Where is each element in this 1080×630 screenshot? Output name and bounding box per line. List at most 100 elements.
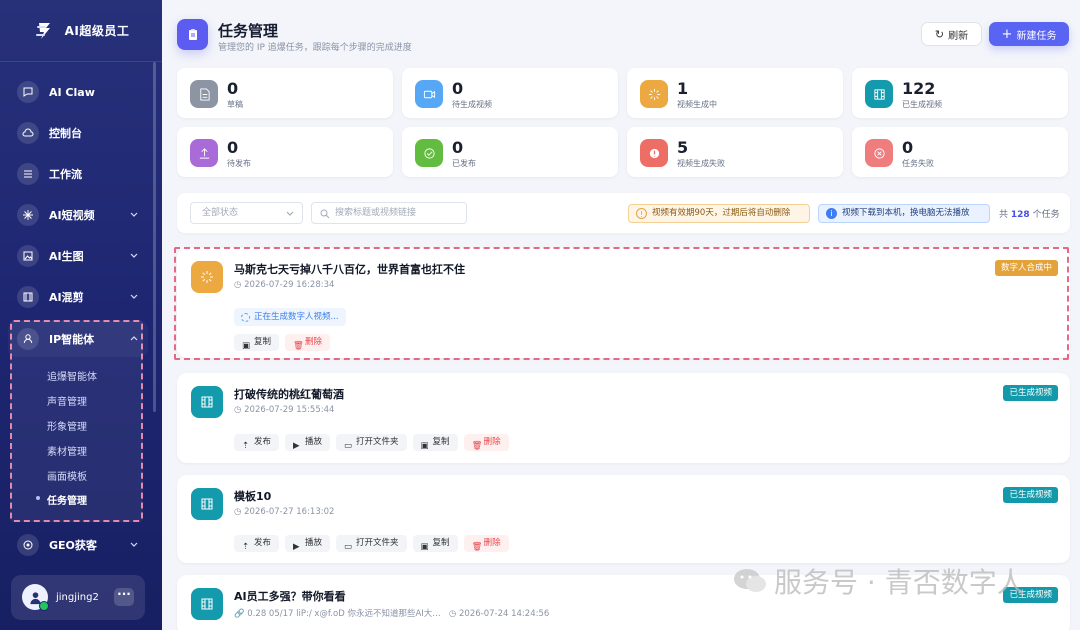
total-count: 128 xyxy=(1010,210,1030,220)
copy-button[interactable]: ▣ 复制 xyxy=(412,535,458,552)
info-icon: i xyxy=(826,208,837,219)
video-link[interactable]: 0.28 05/17 liP:/ x@f.oD 你永远不知道那些AI大… xyxy=(247,609,440,619)
film-icon xyxy=(191,386,223,418)
stat-label: 待发布 xyxy=(227,159,251,168)
stat-label: 视频生成失败 xyxy=(677,159,725,168)
search-field[interactable]: 搜索标题或视频链接 xyxy=(311,202,467,224)
submenu-avatar-management[interactable]: 形象管理 xyxy=(47,418,87,433)
submenu-task-management[interactable]: 任务管理 xyxy=(47,492,87,507)
copy-icon: ▣ xyxy=(420,441,429,451)
submenu-scene-template[interactable]: 画面模板 xyxy=(47,468,87,483)
task-card-wine[interactable]: 打破传统的桃红葡萄酒 ◷ 2026-07-29 15:55:44 已生成视频 ⇡… xyxy=(177,373,1070,463)
app-logo[interactable]: AI超级员工 xyxy=(0,0,162,62)
task-time-value: 2026-07-29 16:28:34 xyxy=(244,280,335,290)
play-label: 播放 xyxy=(305,437,323,447)
sidebar-item-ai-remix[interactable]: AI混剪 xyxy=(8,279,148,315)
delete-label: 删除 xyxy=(305,337,323,347)
page-title: 任务管理 xyxy=(218,22,279,40)
film-icon xyxy=(191,488,223,520)
stat-card-generating[interactable]: 1 视频生成中 xyxy=(627,68,843,118)
watermark: 服务号 · 青否数字人 xyxy=(732,561,1080,601)
task-actions: ⇡ 发布 ▶ 播放 ▭ 打开文件夹 ▣ 复制 🗑 删除 xyxy=(234,434,509,451)
user-profile[interactable]: jingjing2 ··· xyxy=(11,575,145,620)
delete-button[interactable]: 🗑 删除 xyxy=(463,434,509,451)
cloud-icon xyxy=(17,122,39,144)
publish-label: 发布 xyxy=(254,538,272,548)
task-timestamp: ◷ 2026-07-27 16:13:02 xyxy=(234,507,335,517)
filter-toolbar: 全部状态 搜索标题或视频链接 ! 视频有效期90天，过期后将自动删除 i 视频下载到… xyxy=(177,193,1070,233)
sidebar: AI超级员工 AI Claw 控制台 工作流 AI短视频 AI生图 AI混剪 I… xyxy=(0,0,162,630)
play-button[interactable]: ▶ 播放 xyxy=(285,535,331,552)
stat-card-generated[interactable]: 122 已生成视频 xyxy=(852,68,1068,118)
sidebar-item-label: GEO获客 xyxy=(49,539,97,552)
page-subtitle: 管理您的 IP 追爆任务，跟踪每个步骤的完成进度 xyxy=(218,43,412,53)
task-title: 马斯克七天亏掉八千八百亿，世界首富也扛不住 xyxy=(234,263,465,276)
sidebar-item-ai-image[interactable]: AI生图 xyxy=(8,238,148,274)
copy-label: 复制 xyxy=(432,538,450,548)
sidebar-item-geo-acquisition[interactable]: GEO获客 xyxy=(8,527,148,563)
status-filter-select[interactable]: 全部状态 xyxy=(190,202,303,224)
stat-label: 任务失败 xyxy=(902,159,934,168)
film-icon xyxy=(191,588,223,620)
avatar[interactable] xyxy=(22,584,49,611)
sidebar-item-workflow[interactable]: 工作流 xyxy=(8,156,148,192)
submenu-voice-management[interactable]: 声音管理 xyxy=(47,393,87,408)
watermark-text: 服务号 · 青否数字人 xyxy=(774,566,1025,599)
sidebar-item-ip-agent[interactable]: IP智能体 xyxy=(8,321,148,357)
sidebar-item-ai-short-video[interactable]: AI短视频 xyxy=(8,197,148,233)
new-task-button[interactable]: + 新建任务 xyxy=(989,22,1069,46)
sidebar-item-dashboard[interactable]: 控制台 xyxy=(8,115,148,151)
workflow-icon xyxy=(17,163,39,185)
stat-card-video-failed[interactable]: 5 视频生成失败 xyxy=(627,127,843,177)
clipboard-icon xyxy=(177,19,208,50)
trash-icon: 🗑 xyxy=(471,441,483,451)
sidebar-item-label: IP智能体 xyxy=(49,333,95,346)
stat-card-task-failed[interactable]: 0 任务失败 xyxy=(852,127,1068,177)
upload-icon xyxy=(190,139,218,167)
plus-icon: + xyxy=(1001,26,1013,42)
task-card-musk[interactable]: 马斯克七天亏掉八千八百亿，世界首富也扛不住 ◷ 2026-07-29 16:28… xyxy=(177,248,1070,358)
task-actions: ▣ 复制 🗑 删除 xyxy=(234,334,331,351)
copy-button[interactable]: ▣ 复制 xyxy=(234,334,280,351)
download-notice-text: 视频下载到本机，换电脑无法播放 xyxy=(842,208,970,218)
stat-card-pending-video[interactable]: 0 待生成视频 xyxy=(402,68,618,118)
refresh-label: 刷新 xyxy=(948,30,969,42)
chevron-down-icon xyxy=(130,212,138,217)
refresh-button[interactable]: ↻ 刷新 xyxy=(921,22,982,46)
sidebar-scrollbar[interactable] xyxy=(153,62,156,412)
stat-value: 0 xyxy=(452,138,464,157)
submenu-viral-agent[interactable]: 追爆智能体 xyxy=(47,368,97,383)
stat-value: 0 xyxy=(452,79,464,98)
sidebar-item-ai-claw[interactable]: AI Claw xyxy=(8,74,148,110)
stat-value: 1 xyxy=(677,79,689,98)
total-prefix: 共 xyxy=(999,210,1009,220)
copy-button[interactable]: ▣ 复制 xyxy=(412,434,458,451)
task-time-value: 2026-07-27 16:13:02 xyxy=(244,507,335,517)
more-options-button[interactable]: ··· xyxy=(114,588,134,606)
open-folder-button[interactable]: ▭ 打开文件夹 xyxy=(336,535,407,552)
stat-value: 0 xyxy=(227,138,239,157)
delete-button[interactable]: 🗑 删除 xyxy=(285,334,331,351)
open-folder-button[interactable]: ▭ 打开文件夹 xyxy=(336,434,407,451)
wechat-logo-icon xyxy=(734,569,766,592)
stat-card-published[interactable]: 0 已发布 xyxy=(402,127,618,177)
publish-button[interactable]: ⇡ 发布 xyxy=(234,434,280,451)
stat-card-draft[interactable]: 0 草稿 xyxy=(177,68,393,118)
logo-icon xyxy=(35,22,50,39)
play-button[interactable]: ▶ 播放 xyxy=(285,434,331,451)
stat-label: 已生成视频 xyxy=(902,100,942,109)
submenu-material-management[interactable]: 素材管理 xyxy=(47,443,87,458)
task-actions: ⇡ 发布 ▶ 播放 ▭ 打开文件夹 ▣ 复制 🗑 删除 xyxy=(234,535,509,552)
film-icon xyxy=(17,286,39,308)
publish-button[interactable]: ⇡ 发布 xyxy=(234,535,280,552)
chevron-down-icon xyxy=(130,294,138,299)
delete-label: 删除 xyxy=(483,437,501,447)
task-time-value: 2026-07-29 15:55:44 xyxy=(244,405,335,415)
total-suffix: 个任务 xyxy=(1032,210,1060,220)
chevron-down-icon xyxy=(286,211,294,216)
chevron-down-icon xyxy=(130,542,138,547)
task-card-template10[interactable]: 模板10 ◷ 2026-07-27 16:13:02 已生成视频 ⇡ 发布 ▶ 播放… xyxy=(177,475,1070,563)
delete-button[interactable]: 🗑 删除 xyxy=(463,535,509,552)
upload-icon: ⇡ xyxy=(242,441,250,451)
stat-card-pending-publish[interactable]: 0 待发布 xyxy=(177,127,393,177)
